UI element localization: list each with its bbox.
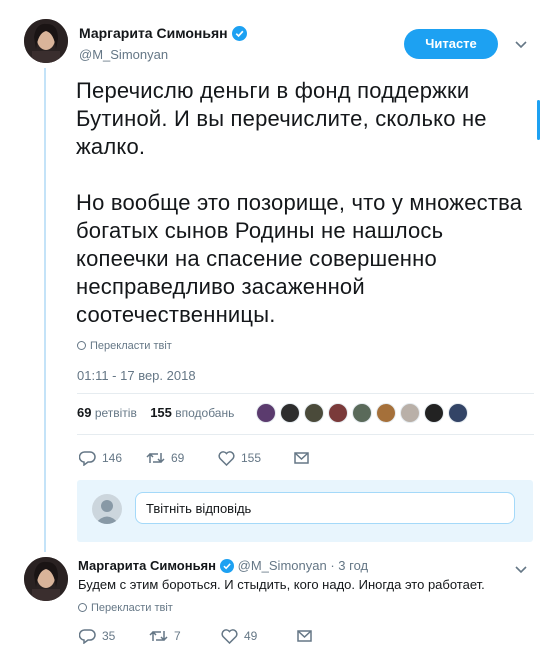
retweet-icon bbox=[146, 452, 165, 464]
author-avatar[interactable] bbox=[24, 19, 68, 63]
mail-icon bbox=[297, 630, 312, 642]
like-action[interactable]: 155 bbox=[218, 450, 294, 466]
tweet-timestamp[interactable]: 01:11 - 17 вер. 2018 bbox=[77, 368, 196, 383]
liker-avatar[interactable] bbox=[256, 403, 276, 423]
verified-icon bbox=[220, 559, 234, 573]
reply-action[interactable]: 146 bbox=[79, 450, 146, 466]
liker-avatar[interactable] bbox=[376, 403, 396, 423]
reply-translate-link[interactable]: Перекласти твіт bbox=[78, 602, 173, 614]
liker-avatar[interactable] bbox=[448, 403, 468, 423]
retweet-action[interactable]: 69 bbox=[146, 451, 218, 465]
author-name[interactable]: Маргарита Симоньян bbox=[79, 25, 247, 41]
reply-header: Маргарита Симоньян @M_Simonyan · 3 год bbox=[78, 558, 368, 573]
message-action[interactable] bbox=[297, 630, 318, 642]
reply-input[interactable]: Твітніть відповідь bbox=[135, 492, 515, 524]
retweet-icon bbox=[149, 630, 168, 642]
reply-text: Будем с этим бороться. И стыдить, кого н… bbox=[78, 577, 485, 592]
reply-author-handle[interactable]: @M_Simonyan bbox=[238, 558, 327, 573]
globe-icon bbox=[77, 341, 86, 350]
reply-actions: 35 7 49 bbox=[79, 628, 318, 644]
mail-icon bbox=[294, 452, 309, 464]
engagement-stats: 69 ретвітів 155 вподобань bbox=[77, 405, 234, 420]
divider bbox=[77, 393, 534, 394]
liker-avatar[interactable] bbox=[424, 403, 444, 423]
reply-composer: Твітніть відповідь bbox=[77, 480, 533, 542]
liker-avatar[interactable] bbox=[352, 403, 372, 423]
liker-avatar[interactable] bbox=[280, 403, 300, 423]
translate-link[interactable]: Перекласти твіт bbox=[77, 340, 172, 352]
tweet-text: Перечислю деньги в фонд поддержки Бутино… bbox=[76, 78, 523, 327]
author-handle[interactable]: @M_Simonyan bbox=[79, 47, 168, 62]
globe-icon bbox=[78, 603, 87, 612]
scrollbar[interactable] bbox=[537, 100, 540, 140]
reply-icon bbox=[79, 629, 96, 644]
likers-list bbox=[256, 403, 472, 423]
liker-avatar[interactable] bbox=[400, 403, 420, 423]
verified-icon bbox=[231, 26, 247, 41]
thread-line bbox=[44, 68, 46, 552]
retweet-action[interactable]: 7 bbox=[149, 629, 221, 643]
heart-icon bbox=[221, 628, 238, 644]
tweet-actions: 146 69 155 bbox=[79, 450, 315, 466]
liker-avatar[interactable] bbox=[328, 403, 348, 423]
chevron-down-icon[interactable] bbox=[515, 563, 527, 577]
liker-avatar[interactable] bbox=[304, 403, 324, 423]
reply-author-name[interactable]: Маргарита Симоньян bbox=[78, 558, 216, 573]
chevron-down-icon[interactable] bbox=[515, 38, 527, 52]
reply-author-avatar[interactable] bbox=[24, 557, 68, 601]
divider bbox=[77, 434, 534, 435]
retweets-stat[interactable]: 69 ретвітів bbox=[77, 405, 137, 420]
like-action[interactable]: 49 bbox=[221, 628, 297, 644]
reply-icon bbox=[79, 451, 96, 466]
reply-action[interactable]: 35 bbox=[79, 628, 149, 644]
follow-button[interactable]: Читасте bbox=[404, 29, 498, 59]
heart-icon bbox=[218, 450, 235, 466]
message-action[interactable] bbox=[294, 452, 315, 464]
likes-stat[interactable]: 155 вподобань bbox=[150, 405, 234, 420]
user-avatar bbox=[92, 494, 122, 524]
reply-time[interactable]: · 3 год bbox=[330, 558, 368, 573]
